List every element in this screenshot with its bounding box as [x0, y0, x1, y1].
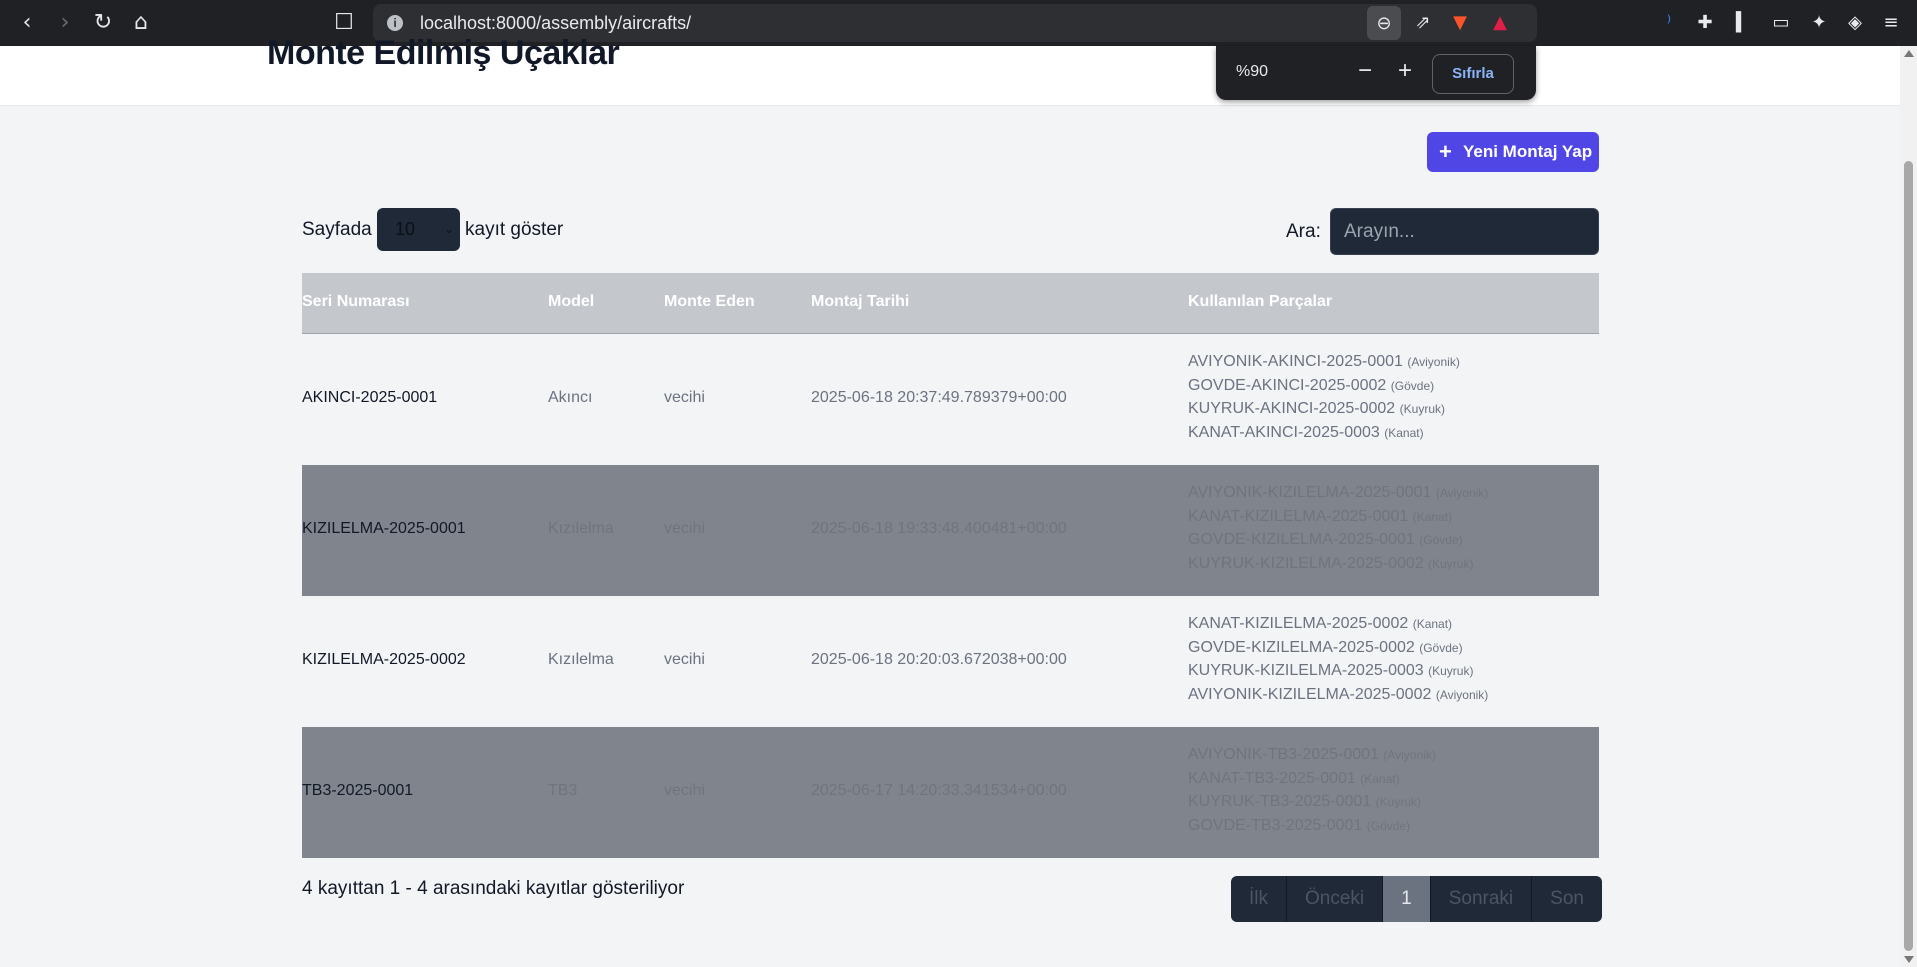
part-item: AVIYONIK-KIZILELMA-2025-0001 (Aviyonik)	[1188, 484, 1489, 501]
scroll-up-icon[interactable]	[1904, 50, 1914, 57]
page-title: Monte Edilmiş Uçaklar	[267, 34, 620, 72]
part-item: GOVDE-KIZILELMA-2025-0002 (Gövde)	[1188, 638, 1463, 656]
serial-cell: KIZILELMA-2025-0001	[302, 520, 466, 537]
part-item: GOVDE-AKINCI-2025-0002 (Gövde)	[1188, 376, 1435, 394]
model-cell: TB3	[548, 782, 578, 799]
brave-shields-icon[interactable]: ▼	[1446, 9, 1474, 37]
brave-rewards-icon[interactable]: ▲	[1486, 9, 1514, 37]
part-item: KANAT-TB3-2025-0001 (Kanat)	[1188, 769, 1400, 787]
model-cell: Kızılelma	[548, 520, 614, 537]
search-label: Ara:	[1286, 221, 1321, 242]
menu-icon[interactable]: ≡	[1877, 9, 1905, 37]
assembled-by-cell: vecihi	[664, 782, 705, 799]
wallet-icon[interactable]: ▭	[1767, 9, 1795, 37]
part-item: AVIYONIK-KIZILELMA-2025-0002 (Aviyonik)	[1188, 685, 1489, 703]
serial-cell: TB3-2025-0001	[302, 782, 414, 799]
header-assembled-by[interactable]: Monte Eden	[664, 293, 755, 311]
part-item: KUYRUK-KIZILELMA-2025-0003 (Kuyruk)	[1188, 662, 1474, 679]
new-assembly-label: Yeni Montaj Yap	[1463, 142, 1593, 161]
home-icon[interactable]: ⌂	[126, 8, 156, 38]
page-length-value: 10	[395, 219, 416, 239]
header-parts[interactable]: Kullanılan Parçalar	[1188, 293, 1332, 311]
part-item: AVIYONIK-TB3-2025-0001 (Aviyonik)	[1188, 746, 1436, 763]
date-cell: 2025-06-17 14:20:33.341534+00:00	[811, 782, 1067, 799]
plus-icon: +	[1439, 139, 1452, 164]
assembled-by-cell: vecihi	[664, 651, 705, 668]
reload-icon[interactable]: ↻	[88, 8, 118, 38]
part-item: KUYRUK-KIZILELMA-2025-0002 (Kuyruk)	[1188, 554, 1474, 572]
zoom-icon[interactable]: ⊖	[1367, 6, 1401, 40]
pager-first[interactable]: İlk	[1231, 876, 1287, 922]
extensions-icon[interactable]: ✚	[1691, 9, 1719, 37]
parts-cell: KANAT-KIZILELMA-2025-0002 (Kanat) GOVDE-…	[1188, 615, 1488, 709]
page-scrollbar[interactable]	[1900, 46, 1917, 967]
table-row: AKINCI-2025-0001 Akıncı vecihi 2025-06-1…	[302, 334, 1599, 465]
part-item: KANAT-KIZILELMA-2025-0001 (Kanat)	[1188, 507, 1453, 525]
parts-cell: AVIYONIK-KIZILELMA-2025-0001 (Aviyonik) …	[1188, 484, 1488, 578]
part-item: KANAT-KIZILELMA-2025-0002 (Kanat)	[1188, 615, 1453, 632]
ai-icon[interactable]: ✦	[1805, 9, 1833, 37]
header-serial[interactable]: Seri Numarası	[302, 293, 410, 311]
part-item: KANAT-AKINCI-2025-0003 (Kanat)	[1188, 423, 1424, 441]
zoom-in-button[interactable]: +	[1390, 56, 1420, 86]
part-item: KUYRUK-AKINCI-2025-0002 (Kuyruk)	[1188, 400, 1445, 417]
vpn-icon[interactable]: ◈	[1841, 9, 1869, 37]
aircraft-table: Seri Numarası Model Monte Eden Montaj Ta…	[302, 273, 1599, 858]
scroll-down-icon[interactable]	[1904, 956, 1914, 963]
page-length-select[interactable]: 10 ⌄	[377, 208, 460, 251]
assembled-by-cell: vecihi	[664, 520, 705, 537]
part-item: KUYRUK-TB3-2025-0001 (Kuyruk)	[1188, 793, 1421, 810]
search-input[interactable]: Arayın...	[1330, 208, 1599, 255]
serial-cell: AKINCI-2025-0001	[302, 389, 438, 406]
parts-cell: AVIYONIK-TB3-2025-0001 (Aviyonik) KANAT-…	[1188, 746, 1436, 840]
part-item: AVIYONIK-AKINCI-2025-0001 (Aviyonik)	[1188, 353, 1460, 370]
page-header: Monte Edilmiş Uçaklar	[0, 34, 1900, 106]
zoom-reset-button[interactable]: Sıfırla	[1432, 54, 1514, 94]
header-model[interactable]: Model	[548, 293, 594, 311]
serial-cell: KIZILELMA-2025-0002	[302, 651, 466, 668]
share-icon[interactable]: ⇗	[1409, 9, 1437, 37]
assembled-by-cell: vecihi	[664, 389, 705, 406]
back-icon[interactable]: ‹	[12, 8, 42, 38]
part-item: GOVDE-TB3-2025-0001 (Gövde)	[1188, 816, 1411, 834]
pager-last[interactable]: Son	[1532, 876, 1602, 922]
length-suffix: kayıt göster	[465, 219, 564, 240]
pager-next[interactable]: Sonraki	[1431, 876, 1533, 922]
model-cell: Kızılelma	[548, 651, 614, 668]
date-cell: 2025-06-18 20:20:03.672038+00:00	[811, 651, 1067, 668]
pager-previous[interactable]: Önceki	[1287, 876, 1384, 922]
pagination: İlk Önceki 1 Sonraki Son	[1231, 876, 1602, 922]
url-text: localhost:8000/assembly/aircrafts/	[420, 13, 692, 33]
table-header: Seri Numarası Model Monte Eden Montaj Ta…	[302, 273, 1599, 334]
forward-icon[interactable]: ›	[50, 8, 80, 38]
model-cell: Akıncı	[548, 389, 593, 406]
zoom-level: %90	[1236, 63, 1269, 80]
site-info-icon[interactable]: i	[387, 15, 403, 31]
table-row: KIZILELMA-2025-0001 Kızılelma vecihi 202…	[302, 465, 1599, 596]
zoom-popup: %90 − + Sıfırla	[1216, 46, 1536, 100]
header-date[interactable]: Montaj Tarihi	[811, 293, 909, 311]
zoom-out-button[interactable]: −	[1350, 56, 1380, 86]
date-cell: 2025-06-18 20:37:49.789379+00:00	[811, 389, 1067, 406]
chevron-down-icon: ⌄	[443, 222, 454, 236]
new-assembly-button[interactable]: + Yeni Montaj Yap	[1427, 132, 1599, 172]
pager-page-1[interactable]: 1	[1383, 876, 1431, 922]
part-item: GOVDE-KIZILELMA-2025-0001 (Gövde)	[1188, 531, 1463, 548]
scroll-thumb[interactable]	[1904, 161, 1913, 951]
date-cell: 2025-06-18 19:33:48.400481+00:00	[811, 520, 1067, 537]
parts-cell: AVIYONIK-AKINCI-2025-0001 (Aviyonik) GOV…	[1188, 353, 1460, 447]
table-info: 4 kayıttan 1 - 4 arasındaki kayıtlar gös…	[302, 878, 685, 899]
sidebar-icon[interactable]: ▍	[1729, 9, 1757, 37]
table-row: KIZILELMA-2025-0002 Kızılelma vecihi 202…	[302, 596, 1599, 727]
leo-icon[interactable]: ⁾	[1655, 9, 1683, 37]
length-prefix: Sayfada	[302, 219, 372, 240]
table-row: TB3-2025-0001 TB3 vecihi 2025-06-17 14:2…	[302, 727, 1599, 858]
